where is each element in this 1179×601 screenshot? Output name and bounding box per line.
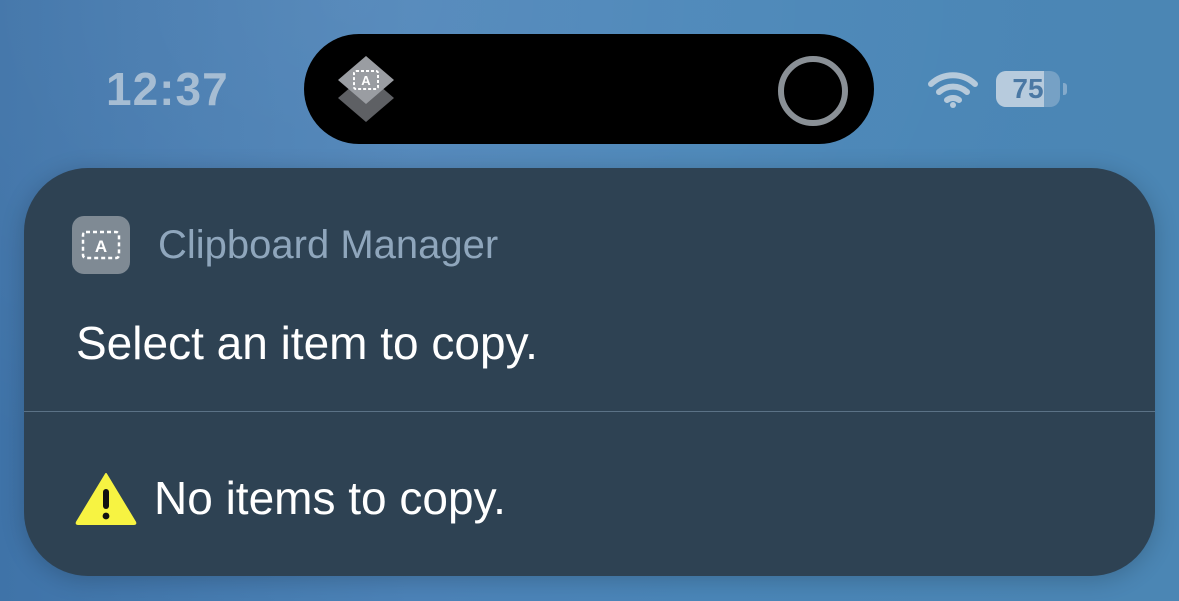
status-time: 12:37 xyxy=(106,63,229,115)
notification-header: A Clipboard Manager xyxy=(72,216,498,274)
svg-text:A: A xyxy=(361,73,371,88)
battery-icon: 75 xyxy=(996,71,1067,107)
battery-body: 75 xyxy=(996,71,1060,107)
wifi-icon xyxy=(928,72,978,108)
battery-level: 75 xyxy=(1012,73,1044,104)
battery-nub xyxy=(1063,83,1067,95)
divider xyxy=(24,411,1155,412)
progress-ring-icon xyxy=(778,56,848,126)
clipboard-icon: A xyxy=(72,216,130,274)
app-name: Clipboard Manager xyxy=(158,222,499,267)
list-item-label: No items to copy. xyxy=(154,472,506,524)
list-item[interactable]: No items to copy. xyxy=(74,468,506,528)
shortcuts-icon: A xyxy=(338,56,394,122)
svg-text:A: A xyxy=(95,237,107,256)
notification-prompt: Select an item to copy. xyxy=(76,317,538,369)
warning-icon xyxy=(75,473,137,525)
shortcut-notification[interactable]: A Clipboard Manager Select an item to co… xyxy=(24,168,1155,576)
